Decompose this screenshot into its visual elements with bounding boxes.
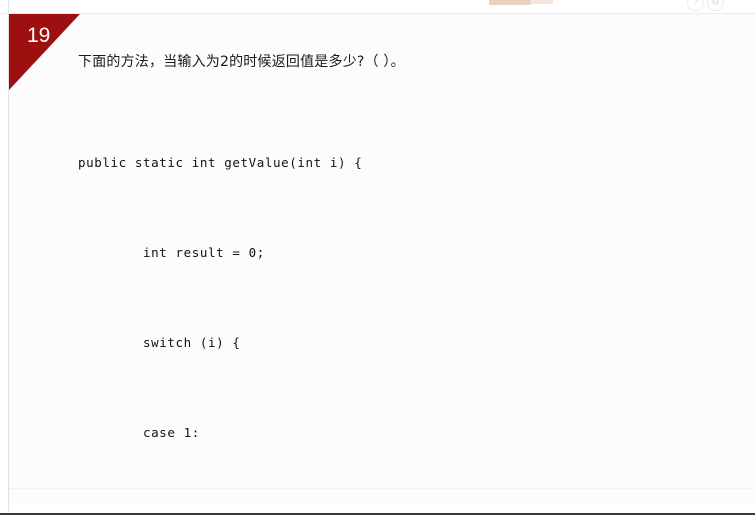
window-bottom-border xyxy=(0,513,755,515)
question-number: 19 xyxy=(27,24,51,47)
question-number-ribbon: 19 xyxy=(9,14,80,90)
code-snippet: public static int getValue(int i) { int … xyxy=(78,88,738,503)
top-left-divider xyxy=(8,0,9,13)
progress-chip[interactable] xyxy=(489,0,531,5)
question-prompt: 下面的方法，当输入为2的时候返回值是多少?（ ）。 xyxy=(78,54,405,70)
progress-chip-secondary[interactable] xyxy=(531,0,553,4)
code-line: switch (i) { xyxy=(78,335,241,350)
help-circle-icon[interactable]: ? xyxy=(687,0,704,11)
question-card: 19 下面的方法，当输入为2的时候返回值是多少?（ ）。 public stat… xyxy=(8,14,755,503)
bottom-left-divider xyxy=(8,503,9,513)
code-line: public static int getValue(int i) { xyxy=(78,155,363,170)
screen-root: ? ⚙ 19 下面的方法，当输入为2的时候返回值是多少?（ ）。 public … xyxy=(0,0,755,517)
card-bottom-divider xyxy=(9,488,755,489)
top-chrome-strip: ? ⚙ xyxy=(0,0,755,14)
code-line: case 1: xyxy=(78,425,200,440)
code-line: int result = 0; xyxy=(78,245,265,260)
question-card-body: 19 下面的方法，当输入为2的时候返回值是多少?（ ）。 public stat… xyxy=(9,14,755,503)
question-content: 下面的方法，当输入为2的时候返回值是多少?（ ）。 public static … xyxy=(78,52,738,503)
settings-circle-icon[interactable]: ⚙ xyxy=(707,0,724,11)
